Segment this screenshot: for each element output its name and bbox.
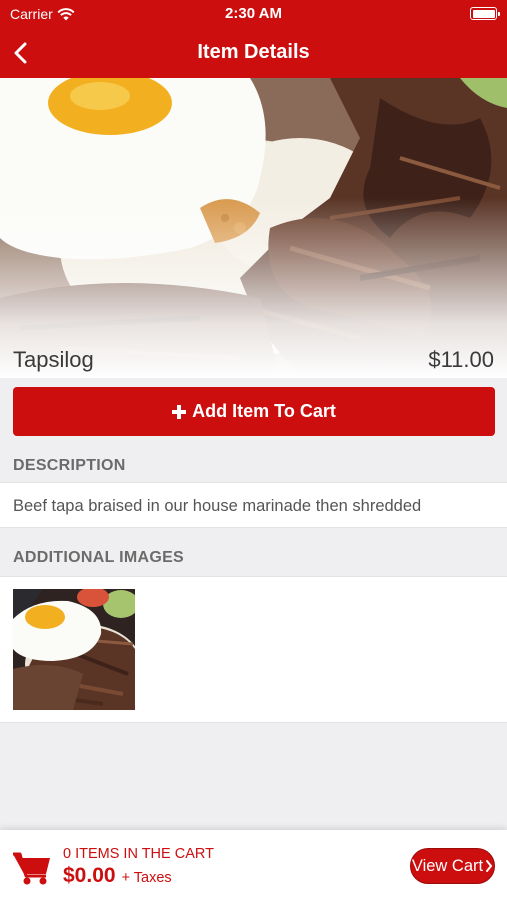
cart-total: $0.00 <box>63 864 116 887</box>
additional-images-panel <box>0 576 507 723</box>
hero-gradient-overlay <box>0 78 507 378</box>
cart-taxes-label: + Taxes <box>121 870 172 886</box>
view-cart-button[interactable]: View Cart <box>410 848 495 884</box>
add-item-to-cart-button[interactable]: Add Item To Cart <box>13 387 495 436</box>
cart-total-row: $0.00 + Taxes <box>63 864 172 888</box>
cart-bar: 0 ITEMS IN THE CART $0.00 + Taxes View C… <box>0 830 507 900</box>
item-name: Tapsilog <box>13 347 94 372</box>
shopping-cart-icon[interactable] <box>12 850 52 886</box>
additional-image-thumbnail[interactable] <box>13 589 135 710</box>
top-bar: Carrier 2:30 AM Item Details <box>0 0 507 78</box>
view-cart-label: View Cart <box>411 856 484 875</box>
item-price: $11.00 <box>428 347 494 372</box>
food-thumbnail <box>13 589 135 710</box>
description-text: Beef tapa braised in our house marinade … <box>13 497 422 515</box>
item-hero-image <box>0 78 507 378</box>
status-bar: Carrier 2:30 AM <box>0 0 507 28</box>
chevron-right-icon <box>486 860 493 872</box>
battery-icon <box>470 7 500 20</box>
plus-icon <box>172 404 187 419</box>
page-title: Item Details <box>197 41 310 63</box>
add-item-label: Add Item To Cart <box>192 401 336 421</box>
description-panel: Beef tapa braised in our house marinade … <box>0 482 507 528</box>
description-heading: DESCRIPTION <box>13 457 126 474</box>
additional-images-heading: ADDITIONAL IMAGES <box>13 549 185 566</box>
cart-item-count: 0 ITEMS IN THE CART <box>63 846 214 862</box>
status-time: 2:30 AM <box>225 5 282 22</box>
